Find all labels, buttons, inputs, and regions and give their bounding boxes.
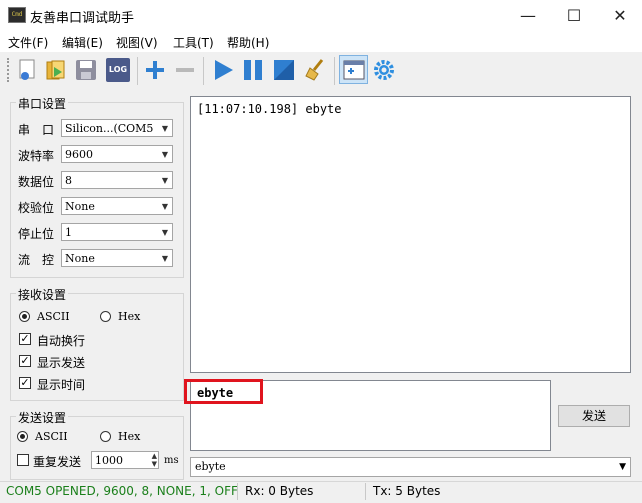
receive-hex-label: Hex [118, 310, 141, 323]
toolbar-separator [137, 57, 138, 85]
stop-icon[interactable] [272, 58, 296, 82]
menu-edit[interactable]: 编辑(E) [62, 34, 103, 51]
menu-tools[interactable]: 工具(T) [173, 34, 214, 51]
port-status: COM5 OPENED, 9600, 8, NONE, 1, OFF [6, 484, 238, 498]
receive-settings-title: 接收设置 [16, 286, 69, 303]
flow-select[interactable]: None ▼ [61, 249, 173, 267]
interval-spinbox[interactable]: 1000 ▲ ▼ [91, 451, 159, 469]
add-icon[interactable] [143, 58, 167, 82]
tx-count: Tx: 5 Bytes [373, 484, 441, 498]
toolbar-separator [334, 57, 335, 85]
chevron-down-icon: ▼ [161, 150, 168, 159]
send-history-value: ebyte [195, 460, 226, 473]
menu-view[interactable]: 视图(V) [116, 34, 158, 51]
new-icon[interactable] [16, 58, 40, 82]
parity-select[interactable]: None ▼ [61, 197, 173, 215]
serial-settings-title: 串口设置 [16, 95, 69, 112]
databits-select[interactable]: 8 ▼ [61, 171, 173, 189]
chevron-down-icon: ▼ [161, 124, 168, 133]
close-button[interactable]: ✕ [597, 0, 642, 30]
maximize-button[interactable]: ☐ [551, 0, 597, 30]
flow-value: None [65, 252, 95, 265]
send-hex-radio[interactable] [100, 431, 111, 442]
stopbits-label: 停止位 [18, 227, 55, 241]
stopbits-value: 1 [65, 226, 72, 239]
receive-ascii-label: ASCII [37, 310, 70, 323]
chevron-down-icon: ▼ [161, 228, 168, 237]
show-time-label: 显示时间 [37, 378, 86, 392]
chevron-down-icon: ▼ [161, 254, 168, 263]
clear-icon[interactable] [304, 58, 328, 82]
toolbar-separator [203, 57, 204, 85]
receive-ascii-radio[interactable] [19, 311, 30, 322]
receive-log-line: [11:07:10.198] ebyte [197, 102, 342, 116]
port-select[interactable]: Silicon...(COM5 ▼ [61, 119, 173, 137]
settings-icon[interactable] [372, 58, 396, 82]
save-icon[interactable] [74, 58, 98, 82]
baud-select[interactable]: 9600 ▼ [61, 145, 173, 163]
send-hex-label: Hex [118, 430, 141, 443]
show-send-label: 显示发送 [37, 356, 86, 370]
open-icon[interactable] [44, 58, 68, 82]
interval-value: 1000 [95, 454, 123, 467]
parity-label: 校验位 [18, 201, 55, 215]
receive-hex-radio[interactable] [100, 311, 111, 322]
send-button[interactable]: 发送 [558, 405, 630, 427]
status-divider [237, 483, 238, 500]
window-title: 友善串口调试助手 [30, 11, 135, 26]
chevron-down-icon: ▼ [161, 176, 168, 185]
send-settings-title: 发送设置 [16, 409, 69, 426]
menu-help[interactable]: 帮助(H) [227, 34, 269, 51]
databits-value: 8 [65, 174, 72, 187]
baud-label: 波特率 [18, 149, 55, 163]
remove-icon[interactable] [173, 58, 197, 82]
chevron-down-icon: ▼ [619, 462, 626, 472]
parity-value: None [65, 200, 95, 213]
start-icon[interactable] [211, 58, 235, 82]
stopbits-select[interactable]: 1 ▼ [61, 223, 173, 241]
receive-area[interactable]: [11:07:10.198] ebyte [190, 96, 631, 373]
repeat-send-checkbox[interactable] [17, 454, 29, 466]
send-history-select[interactable]: ebyte ▼ [190, 457, 631, 477]
spin-arrows-icon[interactable]: ▲ ▼ [152, 452, 157, 468]
databits-label: 数据位 [18, 175, 55, 189]
menu-file[interactable]: 文件(F) [8, 34, 48, 51]
window-icon[interactable] [342, 58, 366, 82]
repeat-send-label: 重复发送 [33, 455, 82, 469]
log-icon[interactable]: LOG [106, 58, 130, 82]
port-label: 串 口 [18, 123, 55, 137]
auto-wrap-label: 自动换行 [37, 334, 86, 348]
interval-unit: ms [164, 455, 179, 466]
chevron-down-icon: ▼ [161, 202, 168, 211]
pause-icon[interactable] [241, 58, 265, 82]
app-icon: Cmd [8, 7, 26, 23]
minimize-button[interactable]: — [505, 0, 551, 30]
auto-wrap-checkbox[interactable]: ✓ [19, 333, 31, 345]
annotation-highlight-box [184, 379, 263, 404]
show-send-checkbox[interactable]: ✓ [19, 355, 31, 367]
send-ascii-label: ASCII [35, 430, 68, 443]
send-ascii-radio[interactable] [17, 431, 28, 442]
toolbar-grip [7, 58, 11, 82]
port-value: Silicon...(COM5 [65, 122, 154, 135]
show-time-checkbox[interactable]: ✓ [19, 377, 31, 389]
rx-count: Rx: 0 Bytes [245, 484, 314, 498]
status-divider [365, 483, 366, 500]
baud-value: 9600 [65, 148, 93, 161]
flow-label: 流 控 [18, 253, 55, 267]
